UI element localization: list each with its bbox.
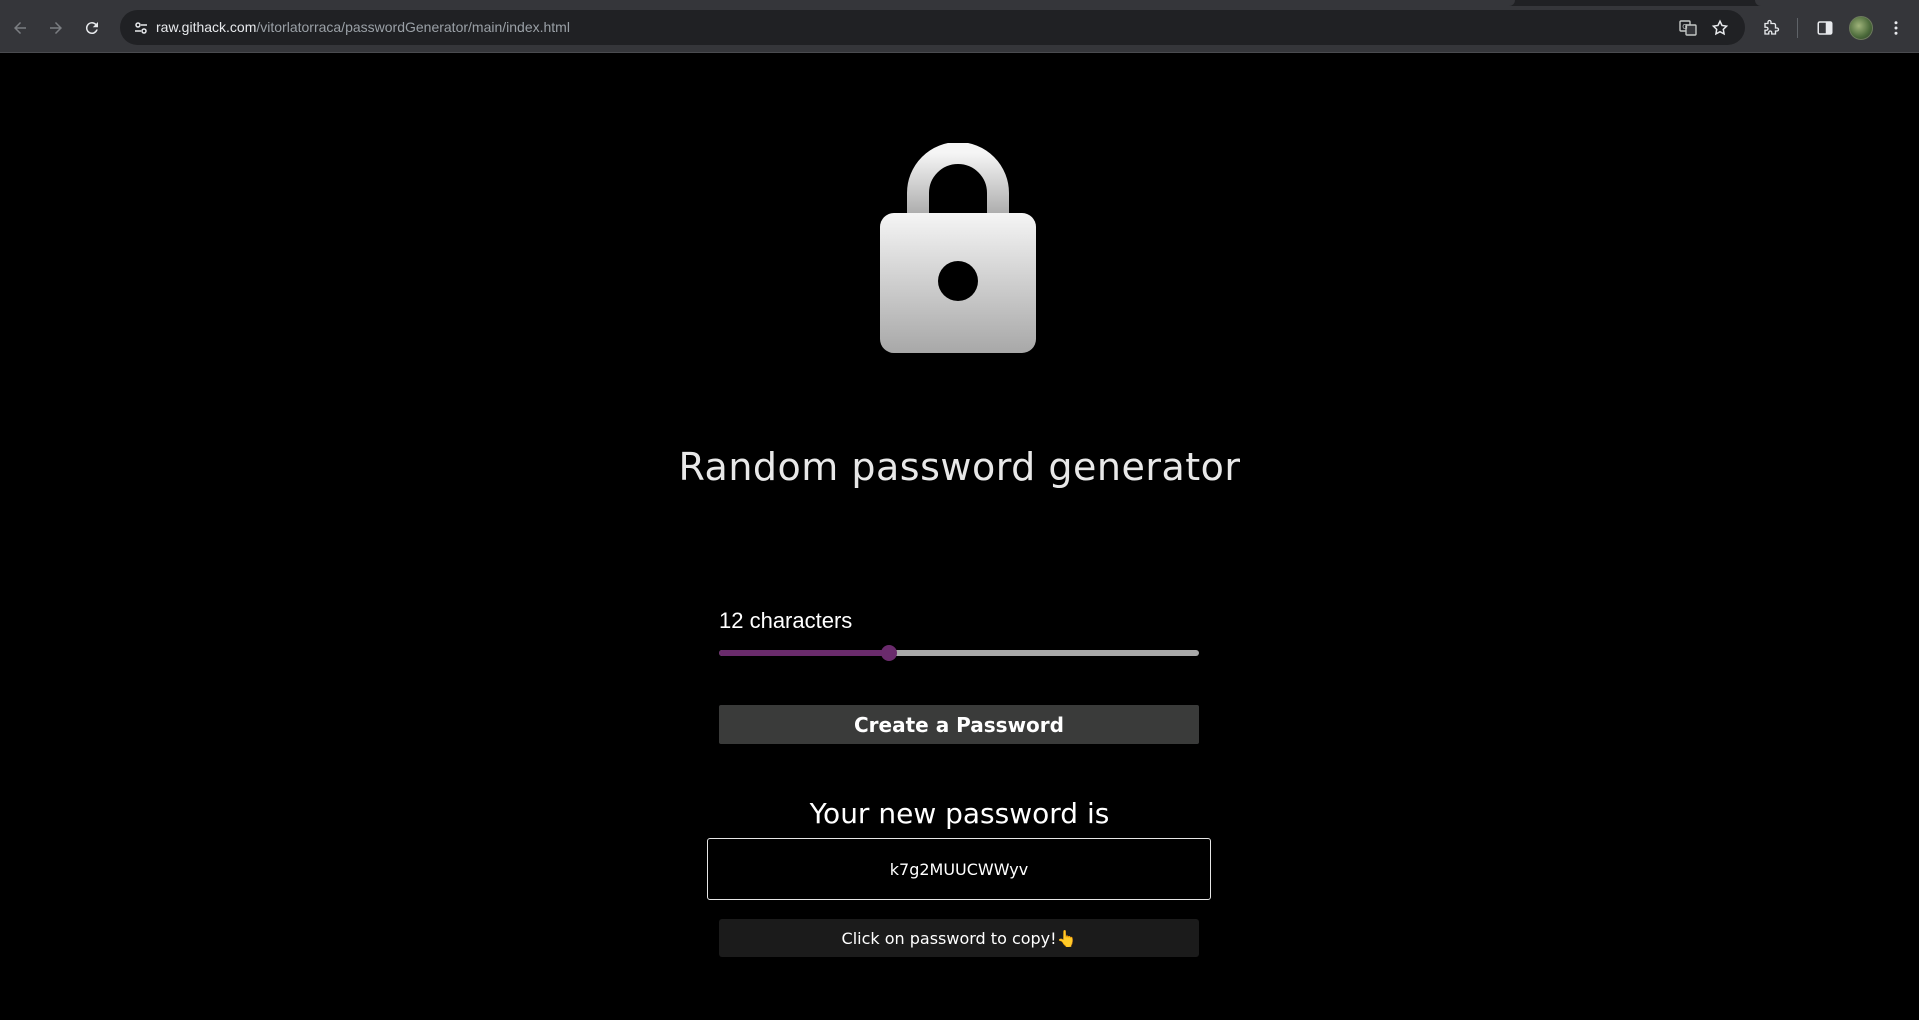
lock-icon	[880, 143, 1036, 353]
url-text[interactable]: raw.githack.com/vitorlatorraca/passwordG…	[156, 19, 570, 35]
translate-button[interactable]: G	[1676, 16, 1700, 40]
active-tab-edge	[0, 0, 1515, 6]
forward-icon	[50, 22, 62, 34]
translate-icon: G	[1679, 20, 1697, 36]
more-menu-icon	[1894, 21, 1898, 35]
slider-fill	[719, 650, 889, 656]
tab-strip-edge	[1755, 0, 1919, 6]
browser-toolbar: raw.githack.com/vitorlatorraca/passwordG…	[0, 0, 1919, 52]
side-panel-button[interactable]	[1811, 14, 1839, 42]
profile-avatar[interactable]	[1849, 16, 1873, 40]
url-path: /vitorlatorraca/passwordGenerator/main/i…	[256, 19, 570, 35]
back-icon	[14, 22, 26, 34]
slider-thumb[interactable]	[881, 645, 897, 661]
page-title: Random password generator	[678, 445, 1241, 489]
extensions-button[interactable]	[1757, 14, 1785, 42]
site-info-icon	[135, 22, 147, 34]
length-slider[interactable]	[719, 645, 1199, 661]
svg-text:G: G	[1682, 23, 1687, 31]
extensions-icon	[1764, 19, 1780, 35]
back-button[interactable]	[6, 14, 34, 42]
password-output[interactable]: k7g2MUUCWWyv	[707, 838, 1211, 900]
side-panel-icon	[1817, 21, 1833, 35]
url-host: raw.githack.com	[156, 19, 257, 35]
result-heading: Your new password is	[809, 797, 1110, 830]
address-bar[interactable]: raw.githack.com/vitorlatorraca/passwordG…	[120, 10, 1745, 45]
bookmark-button[interactable]	[1708, 16, 1732, 40]
create-password-button[interactable]: Create a Password	[719, 705, 1199, 744]
copy-hint: Click on password to copy!👆	[719, 919, 1199, 957]
bookmark-star-icon	[1711, 19, 1729, 36]
reload-button[interactable]	[78, 14, 106, 42]
site-info-button[interactable]	[128, 15, 154, 41]
forward-button[interactable]	[42, 14, 70, 42]
toolbar-divider	[1797, 18, 1798, 38]
length-label: 12 characters	[719, 608, 853, 633]
reload-icon	[85, 22, 98, 35]
more-menu-button[interactable]	[1882, 14, 1910, 42]
